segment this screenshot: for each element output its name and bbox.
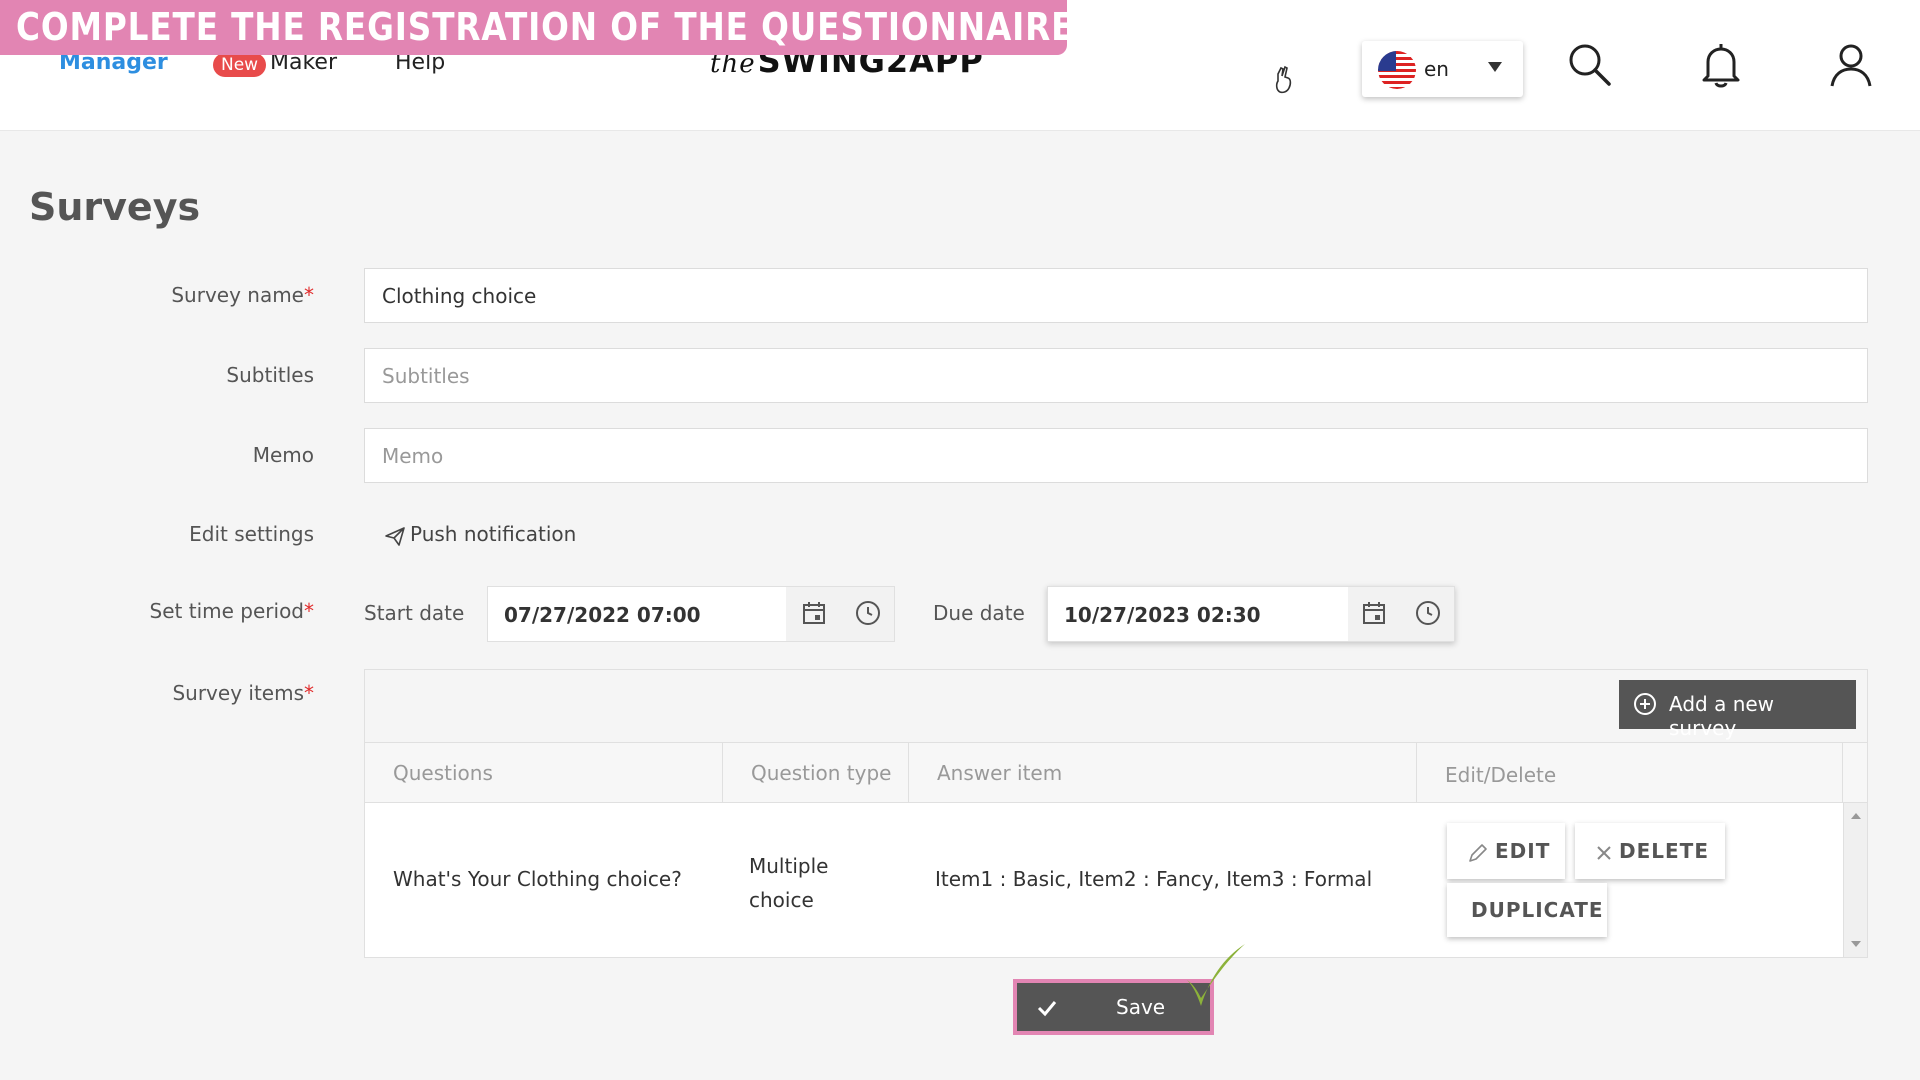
scroll-down-icon[interactable]: [1851, 941, 1861, 947]
user-icon[interactable]: [1826, 40, 1876, 90]
survey-name-label: Survey name*: [171, 283, 314, 307]
subtitles-label: Subtitles: [226, 363, 314, 387]
us-flag-icon: [1378, 51, 1416, 89]
duplicate-button[interactable]: DUPLICATE: [1447, 883, 1607, 937]
push-notification-label: Push notification: [410, 522, 577, 546]
paper-plane-icon: [385, 526, 405, 546]
column-header: Edit/Delete: [1417, 743, 1843, 802]
checkmark-annotation-icon: [1187, 944, 1245, 1006]
close-icon: [1597, 845, 1611, 860]
survey-items-panel: Add a new survey Questions Question type…: [364, 669, 1868, 958]
language-select[interactable]: en: [1362, 41, 1523, 97]
banner-title: COMPLETE THE REGISTRATION OF THE QUESTIO…: [16, 5, 1075, 49]
column-header: Questions: [365, 743, 723, 802]
table-row: What's Your Clothing choice? Multiple ch…: [365, 803, 1867, 957]
check-icon: [1037, 1001, 1057, 1017]
delete-button[interactable]: DELETE: [1575, 823, 1725, 879]
add-survey-label: Add a new survey: [1669, 692, 1775, 740]
pencil-icon: [1469, 843, 1487, 862]
page-title: Surveys: [29, 185, 201, 229]
start-date-addons: [786, 587, 894, 641]
scroll-up-icon[interactable]: [1851, 813, 1861, 819]
push-notification-link[interactable]: Push notification: [384, 522, 576, 547]
question-type-cell: Multiple choice: [749, 854, 829, 912]
edit-settings-label: Edit settings: [189, 522, 314, 546]
table-scrollbar[interactable]: [1843, 803, 1867, 957]
add-survey-button[interactable]: Add a new survey: [1619, 680, 1856, 740]
survey-items-label: Survey items*: [172, 681, 314, 705]
hand-peace-icon[interactable]: [1272, 64, 1296, 94]
due-date-field[interactable]: 10/27/2023 02:30: [1047, 586, 1455, 642]
column-header: Question type: [723, 743, 909, 802]
chevron-down-icon: [1488, 62, 1502, 72]
subtitles-input[interactable]: Subtitles: [364, 348, 1868, 403]
answer-cell: Item1 : Basic, Item2 : Fancy, Item3 : Fo…: [935, 867, 1373, 891]
survey-name-input[interactable]: Clothing choice: [364, 268, 1868, 323]
due-date-value: 10/27/2023 02:30: [1064, 603, 1261, 627]
tutorial-banner: COMPLETE THE REGISTRATION OF THE QUESTIO…: [0, 0, 1073, 55]
table-header: Questions Question type Answer item Edit…: [365, 742, 1867, 803]
save-button[interactable]: Save: [1021, 987, 1206, 1027]
clock-icon[interactable]: [854, 599, 882, 627]
calendar-icon[interactable]: [1360, 599, 1388, 627]
required-mark: *: [304, 283, 314, 307]
edit-button[interactable]: EDIT: [1447, 823, 1565, 879]
memo-input[interactable]: Memo: [364, 428, 1868, 483]
start-date-field[interactable]: 07/27/2022 07:00: [487, 586, 895, 642]
due-date-addons: [1348, 587, 1454, 641]
new-badge: New: [213, 53, 267, 77]
language-code: en: [1424, 57, 1449, 81]
start-date-value: 07/27/2022 07:00: [504, 603, 701, 627]
clock-icon[interactable]: [1414, 599, 1442, 627]
question-cell: What's Your Clothing choice?: [393, 867, 682, 891]
due-date-label: Due date: [933, 601, 1025, 625]
calendar-icon[interactable]: [800, 599, 828, 627]
plus-circle-icon: [1634, 693, 1656, 715]
save-label: Save: [1116, 995, 1166, 1019]
column-header: Answer item: [909, 743, 1417, 802]
memo-label: Memo: [252, 443, 314, 467]
bell-icon[interactable]: [1696, 40, 1746, 90]
start-date-label: Start date: [364, 601, 465, 625]
time-period-label: Set time period*: [149, 599, 314, 623]
search-icon[interactable]: [1565, 40, 1615, 90]
